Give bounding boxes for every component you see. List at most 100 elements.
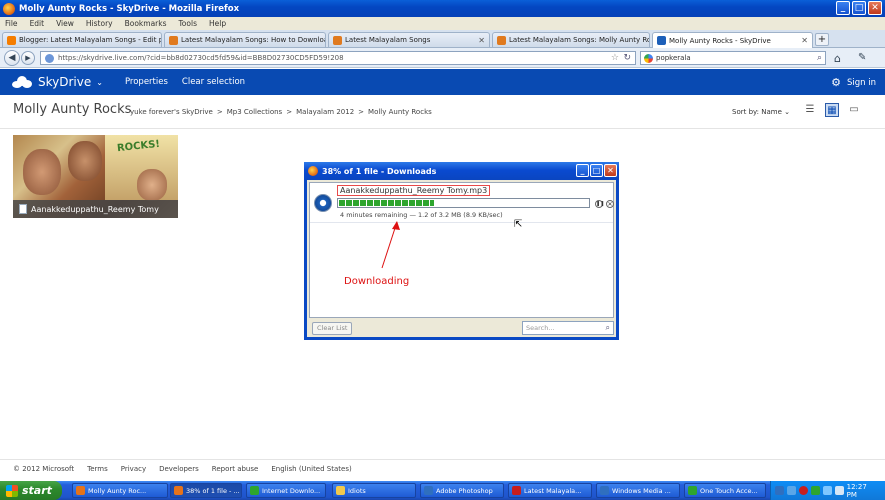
- menu-bar: File Edit View History Bookmarks Tools H…: [0, 17, 885, 30]
- blog-icon: [497, 35, 506, 45]
- taskbar-item-idiots[interactable]: Idiots: [332, 483, 416, 498]
- tab-skydrive[interactable]: Molly Aunty Rocks - SkyDrive ✕: [652, 32, 813, 48]
- footer-copyright: © 2012 Microsoft: [13, 465, 75, 473]
- list-view-icon[interactable]: ☰: [803, 103, 817, 117]
- downloads-titlebar: 38% of 1 file - Downloads _ □ ✕: [304, 162, 619, 180]
- sort-by-dropdown[interactable]: Sort by: Name ⌄: [732, 108, 790, 116]
- addon-icon[interactable]: ✎: [858, 52, 866, 63]
- search-bar[interactable]: popkerala ⌕: [640, 51, 826, 65]
- taskbar-item-firefox[interactable]: Molly Aunty Roc...: [72, 483, 168, 498]
- taskbar-item-label: Windows Media ...: [612, 486, 671, 495]
- details-pane-icon[interactable]: ▭: [847, 103, 861, 117]
- minimize-button[interactable]: _: [836, 1, 850, 15]
- maximize-button[interactable]: □: [590, 164, 603, 177]
- downloads-search-input[interactable]: Search... ⌕: [522, 321, 614, 335]
- footer-developers-link[interactable]: Developers: [159, 465, 199, 473]
- folder-icon: [336, 486, 345, 495]
- breadcrumb-malayalam-2012[interactable]: Malayalam 2012: [296, 108, 354, 116]
- tray-volume-icon[interactable]: [834, 486, 844, 495]
- page-title: Molly Aunty Rocks: [13, 102, 132, 117]
- clear-list-button[interactable]: Clear List: [312, 322, 353, 335]
- menu-file[interactable]: File: [5, 19, 18, 28]
- system-tray: 12:27 PM: [770, 481, 885, 500]
- tab-label: Blogger: Latest Malayalam Songs - Edit p…: [19, 36, 162, 44]
- menu-edit[interactable]: Edit: [30, 19, 45, 28]
- cloud-icon: [12, 76, 32, 88]
- close-button[interactable]: ✕: [604, 164, 617, 177]
- start-button[interactable]: start: [0, 481, 62, 500]
- tray-opera-icon[interactable]: [798, 486, 808, 495]
- tray-shield-icon[interactable]: [822, 486, 832, 495]
- audio-file-icon: [19, 204, 27, 214]
- download-item[interactable]: Aanakkeduppathu_Reemy Tomy.mp3 ❚❚ ✕ 4 mi…: [310, 183, 614, 223]
- globe-icon: [45, 53, 54, 63]
- breadcrumb-mp3-collections[interactable]: Mp3 Collections: [227, 108, 282, 116]
- taskbar-item-downloads[interactable]: 38% of 1 file - ...: [170, 483, 242, 498]
- footer-report-abuse-link[interactable]: Report abuse: [212, 465, 259, 473]
- tray-network-icon[interactable]: [775, 486, 784, 495]
- menu-history[interactable]: History: [86, 19, 113, 28]
- back-button[interactable]: ◀: [4, 50, 20, 66]
- menu-bookmarks[interactable]: Bookmarks: [125, 19, 167, 28]
- tab-close-icon[interactable]: ✕: [797, 36, 808, 45]
- forward-button[interactable]: ▶: [21, 51, 35, 65]
- gear-icon[interactable]: ⚙: [831, 76, 841, 89]
- downloads-window-controls: _ □ ✕: [576, 164, 617, 177]
- downloads-list: Aanakkeduppathu_Reemy Tomy.mp3 ❚❚ ✕ 4 mi…: [309, 182, 614, 318]
- downloads-search-placeholder: Search...: [526, 324, 555, 332]
- tab-blogger[interactable]: Blogger: Latest Malayalam Songs - Edit p…: [2, 32, 162, 47]
- header-divider: [0, 128, 885, 129]
- firefox-icon: [3, 2, 15, 15]
- tab-molly-aunty-blog[interactable]: Latest Malayalam Songs: Molly Aunty Ro..…: [492, 32, 650, 47]
- skydrive-brand[interactable]: SkyDrive: [38, 75, 91, 89]
- taskbar-item-internet-download[interactable]: Internet Downlo...: [246, 483, 326, 498]
- chevron-down-icon[interactable]: ⌄: [96, 78, 103, 87]
- home-icon[interactable]: ⌂: [834, 52, 841, 65]
- footer-terms-link[interactable]: Terms: [87, 465, 108, 473]
- tab-label: Molly Aunty Rocks - SkyDrive: [669, 36, 771, 45]
- tray-security-icon[interactable]: [786, 486, 796, 495]
- download-manager-icon: [250, 486, 259, 495]
- url-bar[interactable]: https://skydrive.live.com/?cid=bb8d02730…: [40, 51, 636, 65]
- properties-button[interactable]: Properties: [125, 77, 168, 87]
- taskbar-item-opera[interactable]: Latest Malayala...: [508, 483, 592, 498]
- footer-language-link[interactable]: English (United States): [271, 465, 351, 473]
- breadcrumb-separator: >: [286, 108, 293, 116]
- media-file-icon: [314, 194, 332, 212]
- pause-icon[interactable]: ❚❚: [595, 200, 604, 208]
- mouse-cursor-icon: ⇱: [514, 219, 523, 230]
- menu-help[interactable]: Help: [209, 19, 226, 28]
- sign-in-button[interactable]: ⚙ Sign in: [831, 76, 876, 89]
- breadcrumb-current: Molly Aunty Rocks: [368, 108, 432, 116]
- windows-flag-icon: [6, 484, 18, 497]
- search-icon[interactable]: ⌕: [817, 53, 822, 63]
- thumbnail-view-icon[interactable]: ▦: [825, 103, 839, 117]
- taskbar-item-photoshop[interactable]: Adobe Photoshop: [420, 483, 504, 498]
- breadcrumb-root[interactable]: yuke forever's SkyDrive: [130, 108, 213, 116]
- bookmark-star-icon[interactable]: ☆: [611, 53, 619, 63]
- cancel-icon[interactable]: ✕: [606, 200, 614, 208]
- tab-strip: Blogger: Latest Malayalam Songs - Edit p…: [0, 30, 885, 48]
- tab-latest-malayalam-songs[interactable]: Latest Malayalam Songs ✕: [328, 32, 490, 47]
- menu-view[interactable]: View: [56, 19, 74, 28]
- tab-close-icon[interactable]: ✕: [474, 36, 485, 45]
- clear-selection-button[interactable]: Clear selection: [182, 77, 245, 87]
- reload-icon[interactable]: ↻: [623, 53, 631, 63]
- minimize-button[interactable]: _: [576, 164, 589, 177]
- taskbar-item-windows-media[interactable]: Windows Media ...: [596, 483, 680, 498]
- footer-privacy-link[interactable]: Privacy: [121, 465, 146, 473]
- tray-download-icon[interactable]: [810, 486, 820, 495]
- tab-how-to-download[interactable]: Latest Malayalam Songs: How to Download …: [164, 32, 326, 47]
- windows-taskbar: start Molly Aunty Roc... 38% of 1 file -…: [0, 481, 885, 500]
- taskbar-item-one-touch[interactable]: One Touch Acce...: [684, 483, 766, 498]
- menu-tools[interactable]: Tools: [179, 19, 197, 28]
- footer-divider: [0, 459, 885, 460]
- downloads-title: 38% of 1 file - Downloads: [322, 166, 437, 176]
- file-tile[interactable]: ROCKS! Aanakkeduppathu_Reemy Tomy: [13, 135, 178, 218]
- taskbar-item-label: Molly Aunty Roc...: [88, 486, 147, 495]
- close-button[interactable]: ✕: [868, 1, 882, 15]
- window-title: Molly Aunty Rocks - SkyDrive - Mozilla F…: [19, 3, 240, 14]
- new-tab-button[interactable]: +: [815, 33, 829, 46]
- maximize-button[interactable]: □: [852, 1, 866, 15]
- firefox-icon: [174, 486, 183, 495]
